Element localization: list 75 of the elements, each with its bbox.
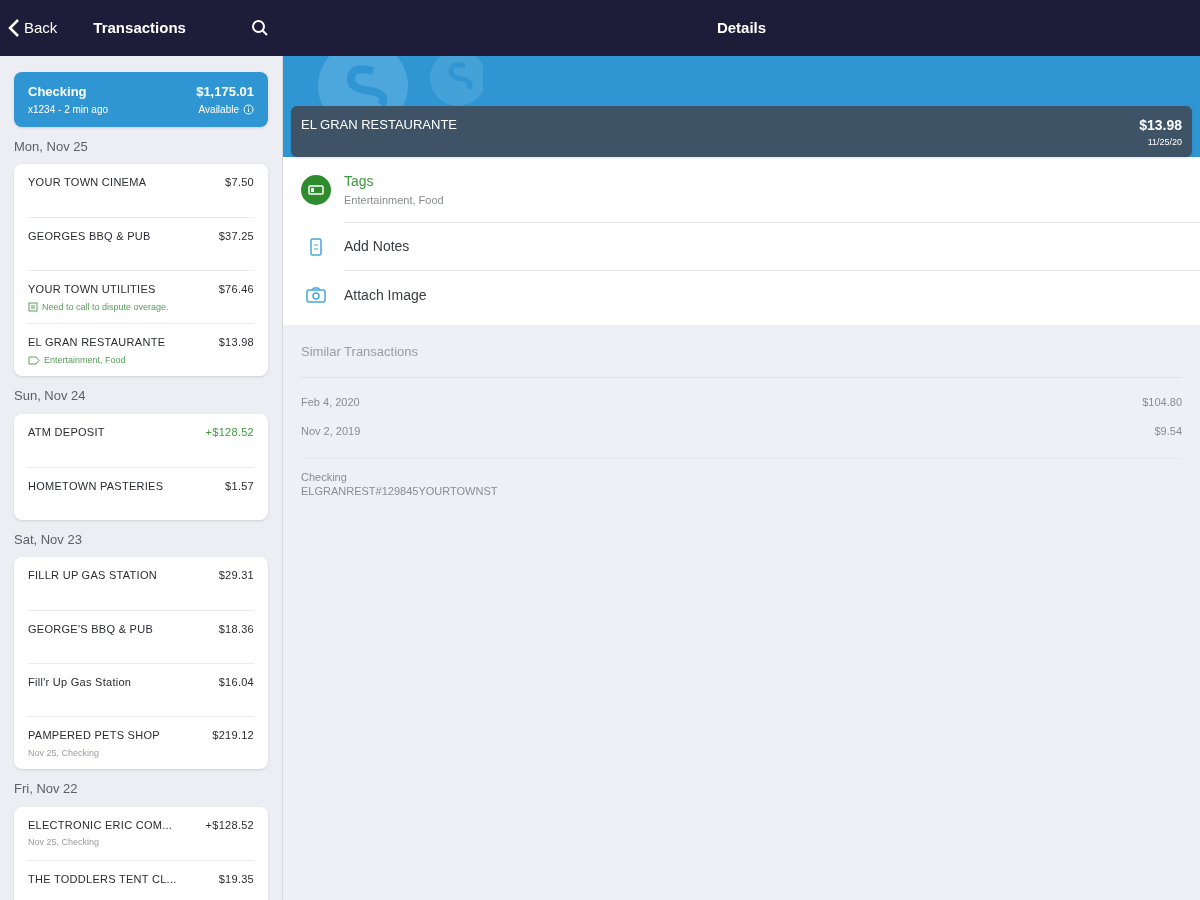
- transaction-amount: $13.98: [218, 335, 254, 350]
- transaction-row[interactable]: GEORGE'S BBQ & PUB $18.36: [28, 610, 254, 663]
- date-header: Sun, Nov 24: [14, 388, 86, 403]
- date-header: Fri, Nov 22: [14, 781, 78, 796]
- transaction-row[interactable]: ATM DEPOSIT +$128.52: [28, 413, 254, 467]
- transaction-row[interactable]: FILLR UP GAS STATION $29.31: [28, 557, 254, 610]
- transaction-amount: $19.35: [218, 871, 254, 887]
- action-row[interactable]: Add Notes: [301, 223, 1200, 271]
- action-row[interactable]: Tags Entertainment, Food: [301, 157, 1200, 223]
- action-row[interactable]: Attach Image: [301, 271, 1200, 319]
- transaction-amount: $16.04: [218, 675, 254, 690]
- account-name: Checking: [28, 83, 88, 101]
- transaction-row[interactable]: EL GRAN RESTAURANTE $13.98 Entertainment, Food: [28, 323, 254, 376]
- note-icon: [28, 302, 38, 313]
- transaction-amount: $76.46: [218, 282, 254, 297]
- merchant-name: ATM DEPOSIT: [28, 424, 105, 440]
- search-icon: [251, 19, 269, 37]
- transaction-row[interactable]: THE TODDLERS TENT CL... $19.35: [28, 859, 254, 900]
- merchant-name: EL GRAN RESTAURANTE: [28, 335, 166, 350]
- transaction-row[interactable]: YOUR TOWN UTILITIES $76.46 Need to call to dispute overage.: [28, 270, 254, 323]
- merchant-name: GEORGES BBQ & PUB: [28, 229, 151, 244]
- transaction-row[interactable]: YOUR TOWN CINEMA $7.50: [28, 164, 254, 217]
- note-text: Need to call to dispute overage.: [42, 300, 169, 314]
- transaction-row[interactable]: GEORGES BBQ & PUB $37.25: [28, 217, 254, 270]
- memo-text: ELGRANREST#129845YOURTOWNST: [301, 484, 499, 499]
- transaction-row[interactable]: PAMPERED PETS SHOP $219.12 Nov 25, Checking: [28, 716, 254, 769]
- transaction-amount: $9.54: [1154, 424, 1182, 440]
- transaction-date: Nov 2, 2019: [301, 424, 361, 440]
- transaction-date: Feb 4, 2020: [301, 395, 360, 411]
- back-button[interactable]: Back: [8, 16, 58, 40]
- transaction-amount: +$128.52: [205, 817, 254, 833]
- info-icon: [243, 103, 254, 115]
- merchant-name: FILLR UP GAS STATION: [28, 568, 157, 583]
- tag-icon: [28, 355, 40, 365]
- account-label: Checking: [301, 471, 348, 485]
- transaction-meta: Nov 25, Checking: [28, 746, 100, 760]
- tag-list: Entertainment, Food: [344, 191, 1200, 209]
- merchant-name: PAMPERED PETS SHOP: [28, 728, 160, 743]
- transaction-amount: $104.80: [1142, 395, 1182, 411]
- transaction-amount: $219.12: [212, 728, 254, 743]
- panel-title: Transactions: [93, 17, 186, 38]
- account-info: x1234 - 2 min ago: [28, 102, 109, 117]
- action-label: Tags: [344, 171, 375, 191]
- transaction-amount: +$128.52: [205, 424, 254, 440]
- details-title: Details: [716, 17, 767, 38]
- merchant-name: EL GRAN RESTAURANTE: [301, 116, 458, 134]
- transaction-amount: $18.36: [218, 622, 254, 637]
- merchant-name: YOUR TOWN CINEMA: [28, 175, 147, 190]
- merchant-name: GEORGE'S BBQ & PUB: [28, 622, 154, 637]
- balance-label: Available: [198, 102, 239, 117]
- date-header: Sat, Nov 23: [14, 531, 82, 547]
- transaction-amount: $37.25: [218, 229, 254, 244]
- merchant-name: THE TODDLERS TENT CL...: [28, 871, 177, 887]
- transaction-amount: $7.50: [225, 175, 254, 190]
- section-title: Similar Transactions: [301, 344, 419, 359]
- transaction-amount: $1.57: [225, 478, 254, 494]
- action-label: Attach Image: [344, 285, 428, 305]
- action-label: Add Notes: [344, 237, 411, 256]
- merchant-name: ELECTRONIC ERIC COM...: [28, 817, 173, 833]
- transaction-amount: $13.98: [1139, 116, 1182, 135]
- date-header: Mon, Nov 25: [14, 138, 88, 154]
- transaction-row[interactable]: ELECTRONIC ERIC COM... +$128.52 Nov 25, Checking: [28, 806, 254, 860]
- tag-icon: [301, 175, 331, 205]
- tag-list: Entertainment, Food: [44, 353, 126, 367]
- transaction-meta: Nov 25, Checking: [28, 836, 100, 849]
- search-button[interactable]: [251, 19, 269, 37]
- transaction-amount: $29.31: [218, 568, 254, 583]
- transaction-date: 11/25/20: [1147, 136, 1182, 149]
- merchant-name: YOUR TOWN UTILITIES: [28, 282, 156, 297]
- account-balance: $1,175.01: [196, 83, 254, 101]
- merchant-name: Fill'r Up Gas Station: [28, 675, 132, 690]
- merchant-name: HOMETOWN PASTERIES: [28, 478, 164, 494]
- transaction-row[interactable]: HOMETOWN PASTERIES $1.57: [28, 466, 254, 520]
- transaction-row[interactable]: Fill'r Up Gas Station $16.04: [28, 663, 254, 716]
- chevron-left-icon: [8, 18, 20, 38]
